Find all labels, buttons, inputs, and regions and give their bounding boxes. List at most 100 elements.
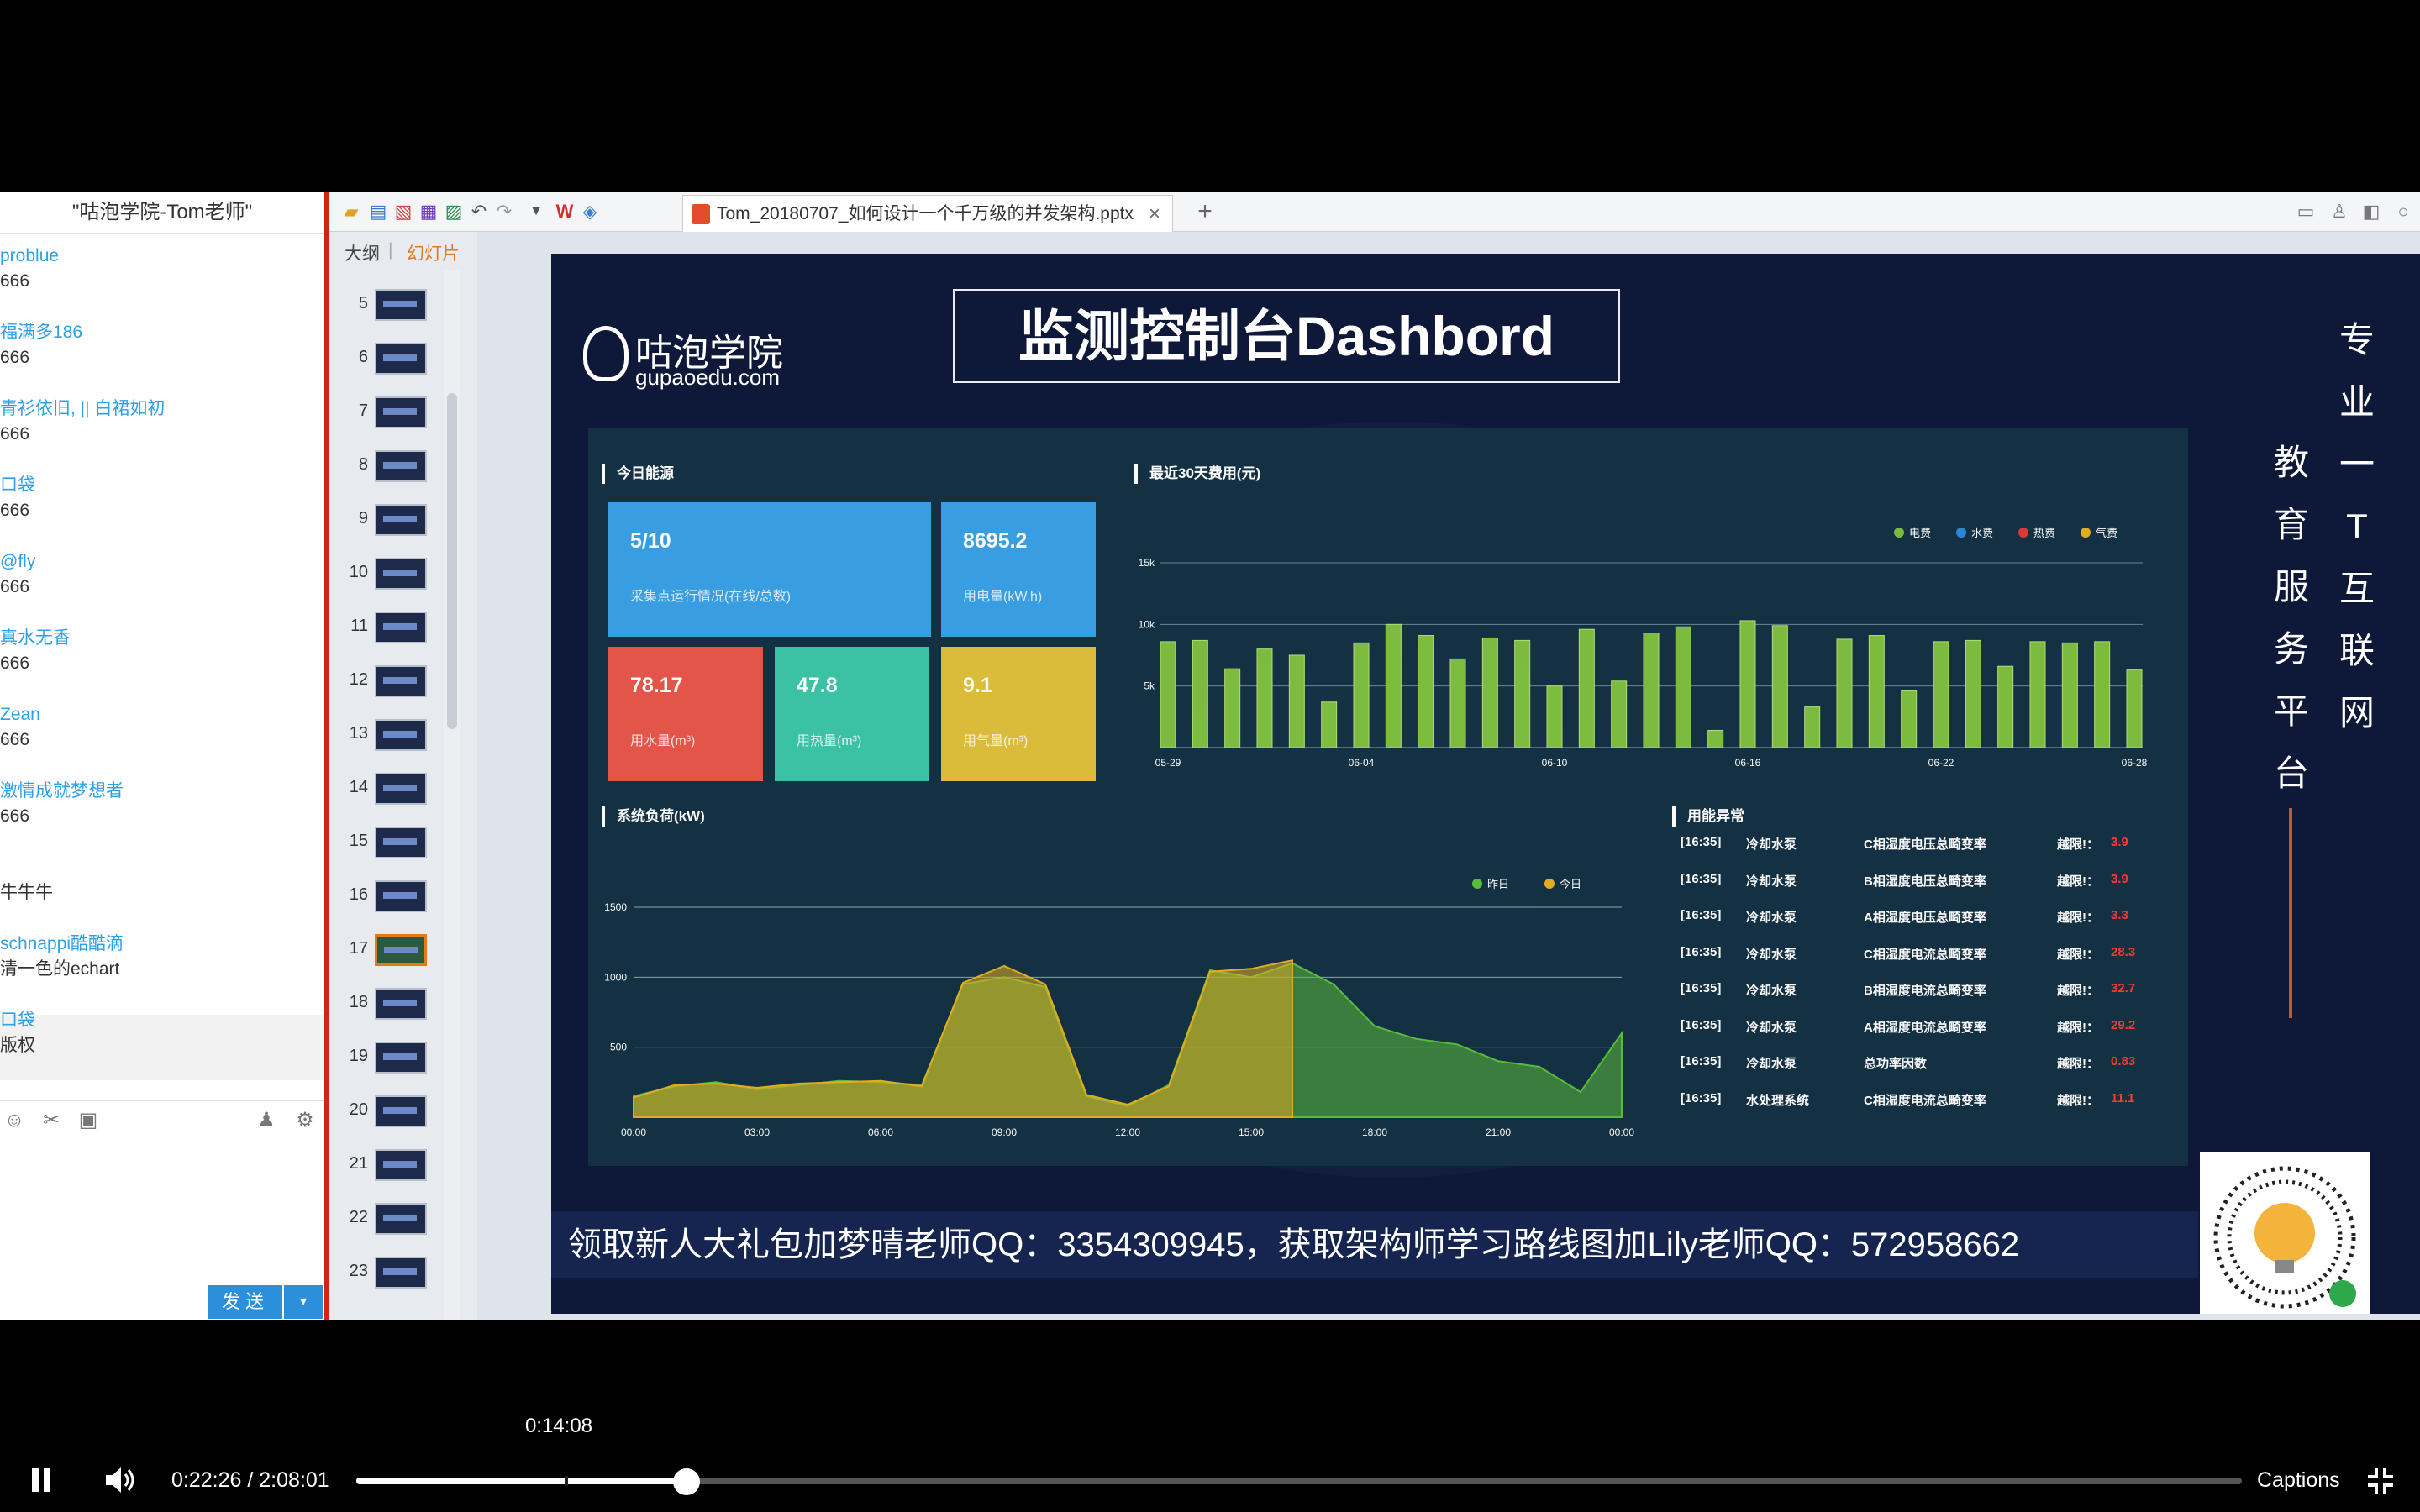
- slide-number: 18: [349, 993, 368, 1011]
- alarm-label: 越限!：: [2057, 1057, 2099, 1071]
- slide-thumbnail[interactable]: [375, 827, 427, 858]
- slide-thumbnail[interactable]: [375, 934, 427, 966]
- gear-icon[interactable]: ⚙: [294, 1110, 316, 1131]
- captions-button[interactable]: Captions: [2257, 1465, 2349, 1495]
- pptx-file-icon: [692, 204, 710, 224]
- print-icon[interactable]: ▦: [418, 202, 439, 222]
- alarm-row: [16:35] 冷却水泵 C相湿度电压总畸变率 越限!： 3.9: [1681, 835, 2128, 860]
- slide-number: 20: [349, 1100, 368, 1119]
- slide-thumbnail[interactable]: [375, 343, 427, 375]
- chat-username[interactable]: 福满多186: [0, 320, 324, 345]
- undo-icon[interactable]: ↶: [469, 202, 489, 222]
- chat-message-text: 666: [0, 806, 30, 826]
- users-icon[interactable]: ♟: [255, 1110, 277, 1131]
- legend-marker: [2018, 528, 2028, 538]
- new-tab-icon[interactable]: +: [1195, 199, 1215, 224]
- alarm-device: 冷却水泵: [1746, 874, 1797, 889]
- cost-chart-title: 最近30天费用(元): [1134, 464, 1260, 484]
- y-tick-label: 500: [610, 1042, 627, 1053]
- slide-thumbnail[interactable]: [375, 504, 427, 536]
- skin-icon[interactable]: ◧: [2361, 202, 2381, 222]
- chat-message-text: 666: [0, 501, 30, 520]
- pause-button[interactable]: [25, 1462, 59, 1499]
- alarm-list: [16:35] 冷却水泵 C相湿度电压总畸变率 越限!： 3.9 [16:35] 冷却水泵 B…: [1681, 835, 2151, 1154]
- chat-username[interactable]: 青衫依旧, || 白裙如初: [0, 396, 324, 422]
- bar: [1546, 685, 1563, 748]
- slide-thumbnail[interactable]: [375, 1095, 427, 1127]
- slide-number: 8: [358, 455, 368, 474]
- alarm-label: 越限!：: [2057, 1093, 2099, 1108]
- slide-thumbnail[interactable]: [375, 988, 427, 1020]
- slide-thumbnail[interactable]: [375, 880, 427, 912]
- slide-thumbnail[interactable]: [375, 1257, 427, 1289]
- chat-message: 真水无香 666: [0, 626, 324, 676]
- slide-thumbnail[interactable]: [375, 665, 427, 697]
- slide-thumbnail[interactable]: [375, 1203, 427, 1235]
- bar: [1868, 635, 1885, 748]
- slide-thumbnail[interactable]: [375, 558, 427, 590]
- alarm-value: 3.9: [2111, 835, 2128, 849]
- slide-thumbnail[interactable]: [375, 719, 427, 751]
- preview-icon[interactable]: ▨: [444, 202, 464, 222]
- alarm-device: 水处理系统: [1746, 1093, 1810, 1108]
- wps-logo-icon[interactable]: W: [555, 202, 575, 222]
- redo-icon[interactable]: ↷: [494, 202, 514, 222]
- seek-handle[interactable]: [672, 1468, 700, 1495]
- chat-username[interactable]: schnappi酷酷滴: [0, 932, 324, 957]
- chat-username[interactable]: 口袋: [0, 1008, 324, 1033]
- seek-hover-marker: [565, 1476, 568, 1486]
- bar: [1771, 625, 1788, 748]
- send-button[interactable]: 发送: [208, 1285, 282, 1319]
- document-tab[interactable]: Tom_20180707_如何设计一个千万级的并发架构.pptx ×: [682, 195, 1173, 232]
- slide-thumbnail[interactable]: [375, 450, 427, 482]
- chat-username[interactable]: Zean: [0, 702, 324, 727]
- bar: [2126, 669, 2143, 748]
- slogan-char: 专: [2338, 320, 2375, 360]
- slide-thumbnail[interactable]: [375, 1042, 427, 1074]
- send-options-dropdown[interactable]: ▾: [284, 1285, 323, 1319]
- save-icon[interactable]: ▤: [368, 202, 388, 222]
- seek-bar[interactable]: [356, 1476, 2242, 1486]
- current-time: 0:22:26: [171, 1468, 242, 1492]
- chat-username[interactable]: 激情成就梦想者: [0, 779, 324, 804]
- alarm-description: C相湿度电流总畸变率: [1864, 947, 1986, 962]
- x-tick-label: 03:00: [744, 1126, 770, 1138]
- chat-username[interactable]: 口袋: [0, 473, 324, 498]
- alarm-time: [16:35]: [1681, 835, 1722, 849]
- side-tabs: 大纲 | 幻灯片: [329, 232, 477, 270]
- close-tab-icon[interactable]: ×: [1149, 202, 1169, 226]
- chat-username: [0, 855, 324, 880]
- alarm-description: B相湿度电压总畸变率: [1864, 874, 1986, 889]
- image-icon[interactable]: ▣: [77, 1110, 99, 1131]
- bar: [1739, 620, 1756, 748]
- slide-thumbnail[interactable]: [375, 1149, 427, 1181]
- slide-thumbnail[interactable]: [375, 773, 427, 805]
- scissors-icon[interactable]: ✂: [40, 1110, 62, 1131]
- slide-thumbnail[interactable]: [375, 396, 427, 428]
- slide-number: 5: [358, 294, 368, 312]
- tab-outline[interactable]: 大纲: [345, 240, 387, 264]
- fullscreen-button[interactable]: [2366, 1467, 2395, 1495]
- tile-label: 用热量(m³): [797, 734, 862, 748]
- slide-thumbnail[interactable]: [375, 289, 427, 321]
- slogan-char: T: [2346, 507, 2368, 546]
- tab-slides[interactable]: 幻灯片: [407, 240, 466, 264]
- thumbnail-scrollbar-handle[interactable]: [447, 393, 457, 729]
- export-pdf-icon[interactable]: ▧: [393, 202, 413, 222]
- chat-username[interactable]: problue: [0, 244, 324, 269]
- user-icon[interactable]: ♙: [2329, 202, 2349, 222]
- slide-thumbnail[interactable]: [375, 612, 427, 643]
- search-icon[interactable]: ○: [2393, 202, 2413, 222]
- customize-dropdown-icon[interactable]: ▼: [526, 202, 546, 222]
- open-folder-icon[interactable]: ▰: [341, 202, 361, 222]
- bar: [2061, 642, 2078, 748]
- slide-number: 22: [349, 1208, 368, 1226]
- pause-icon: [32, 1468, 50, 1492]
- chat-username[interactable]: 真水无香: [0, 626, 324, 651]
- chat-username[interactable]: @fly: [0, 549, 324, 575]
- volume-button[interactable]: [101, 1462, 138, 1499]
- window-icon[interactable]: ▭: [2296, 202, 2316, 222]
- emoji-icon[interactable]: ☺: [3, 1110, 25, 1131]
- total-time: 2:08:01: [259, 1468, 329, 1492]
- cloud-box-icon[interactable]: ◈: [580, 202, 600, 222]
